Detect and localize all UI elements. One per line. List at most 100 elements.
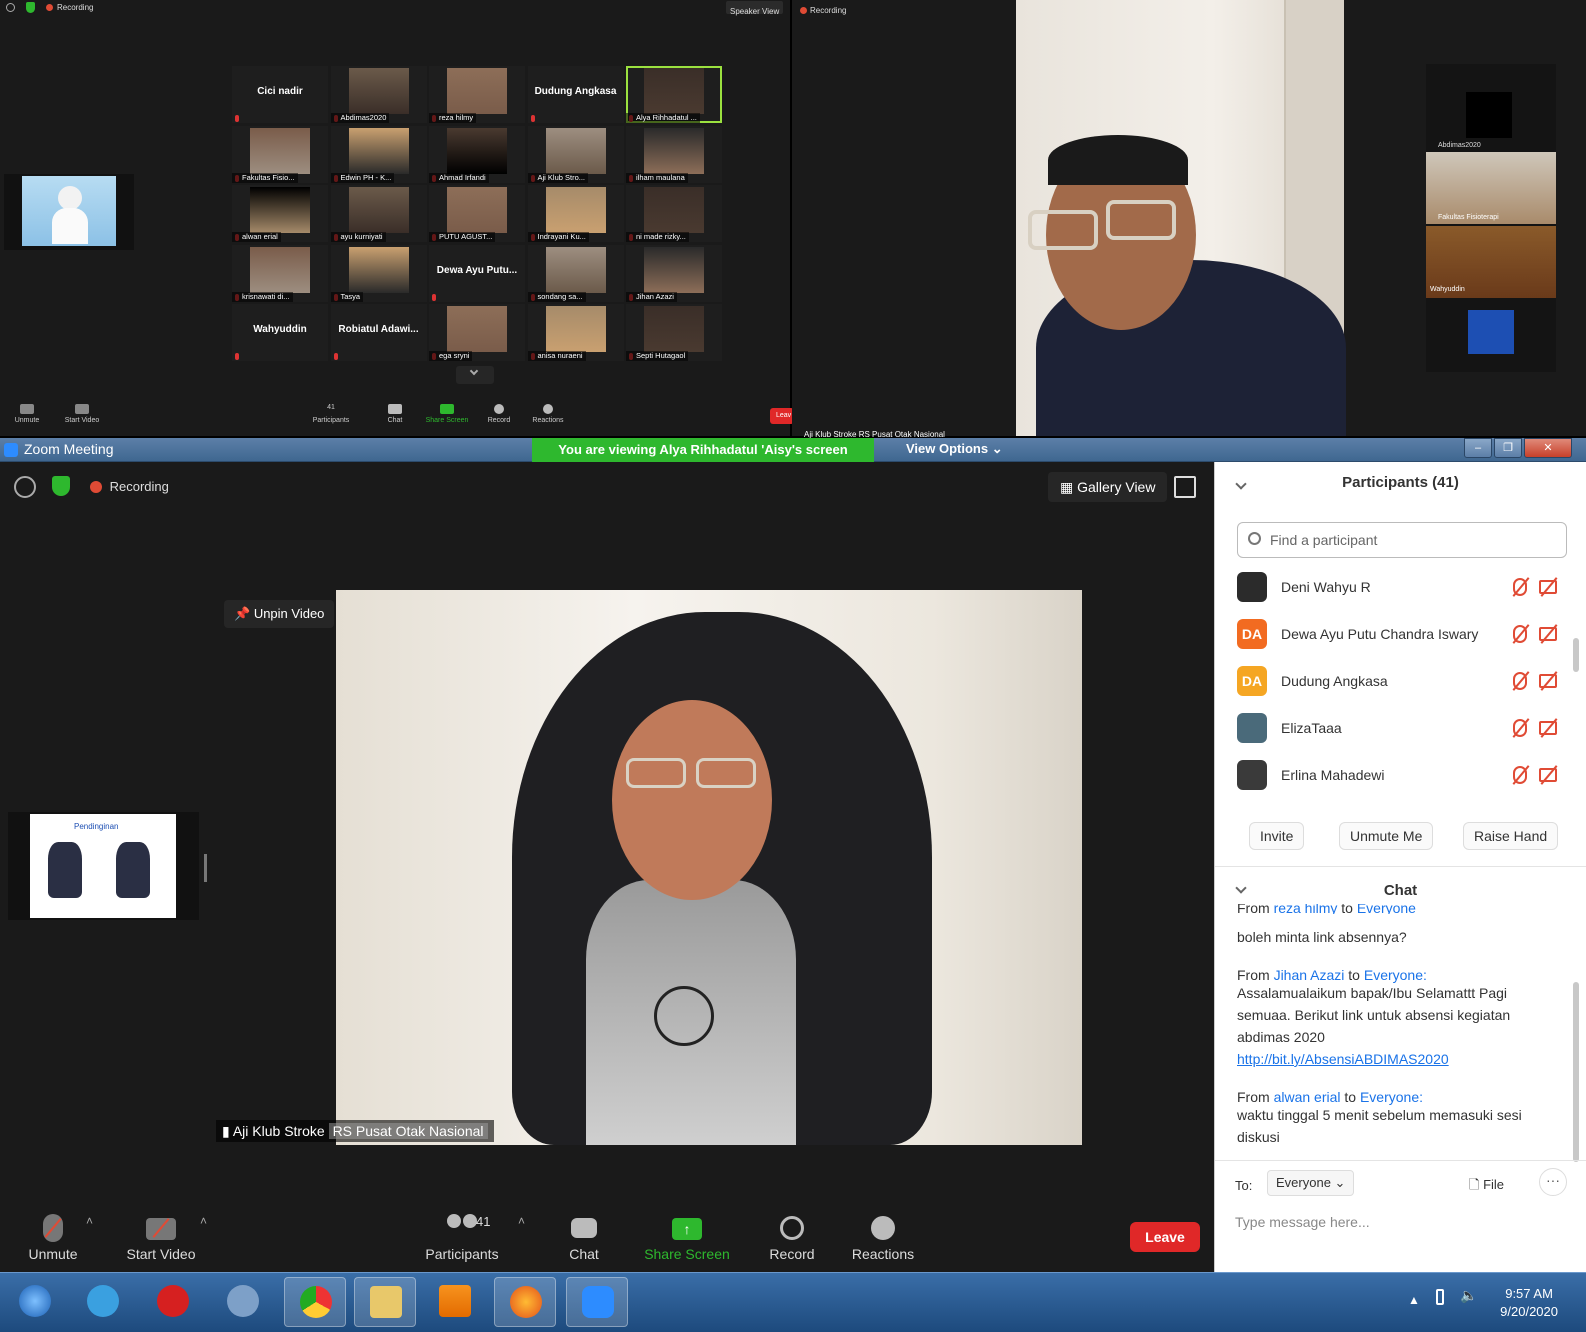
maximize-button[interactable]: ❐ [1494, 438, 1522, 458]
close-button[interactable]: ✕ [1524, 438, 1572, 458]
next-page-button[interactable] [456, 366, 494, 384]
participants-scrollbar[interactable] [1573, 638, 1579, 672]
reactions-button[interactable]: Reactions [850, 1214, 916, 1262]
share-screen-button[interactable]: Share Screen [424, 404, 470, 424]
recipient-name[interactable]: Everyone: [1364, 967, 1427, 983]
zoom-taskbar-button[interactable] [566, 1277, 628, 1327]
system-clock[interactable]: 9:57 AM 9/20/2020 [1500, 1285, 1558, 1321]
gallery-tile[interactable]: Tasya [330, 244, 427, 302]
unmute-me-button[interactable]: Unmute Me [1339, 822, 1434, 850]
gallery-tile[interactable]: sondang sa... [527, 244, 624, 302]
minimize-button[interactable]: ‒ [1464, 438, 1492, 458]
fullscreen-icon[interactable] [1174, 476, 1196, 498]
recipient-name[interactable]: Everyone: [1360, 1089, 1423, 1105]
sender-name[interactable]: reza hilmy [1274, 904, 1338, 914]
chat-button[interactable]: Chat [380, 404, 410, 424]
participant-row[interactable]: DA Dudung Angkasa [1237, 662, 1577, 702]
view-options-menu[interactable]: View Options ⌄ [906, 441, 1003, 457]
gallery-tile[interactable]: Abdimas2020 [330, 66, 427, 123]
firefox-taskbar-button[interactable] [494, 1277, 556, 1327]
vlc-taskbar-button[interactable] [424, 1277, 486, 1327]
gallery-tile[interactable]: PUTU AGUST... [429, 185, 525, 242]
participant-row[interactable]: ElizaTaaa [1237, 709, 1577, 749]
gallery-tile[interactable]: Indrayani Ku... [527, 185, 624, 242]
gallery-tile[interactable]: Edwin PH - K... [330, 125, 427, 183]
participant-row[interactable]: Erlina Mahadewi [1237, 756, 1577, 796]
volume-icon[interactable]: 🔈 [1460, 1287, 1477, 1304]
show-hidden-icons-button[interactable]: ▲ [1408, 1293, 1420, 1307]
filmstrip-tile-4[interactable] [1468, 310, 1514, 354]
record-button[interactable]: Record [766, 1214, 818, 1262]
speaker-view-button[interactable]: Speaker View [726, 1, 784, 16]
app-taskbar-button[interactable] [212, 1277, 274, 1327]
gallery-tile[interactable]: Dudung Angkasa [527, 66, 624, 123]
gallery-tile[interactable]: reza hilmy [429, 66, 525, 123]
gallery-tile[interactable]: anisa nuraeni [527, 304, 624, 361]
file-button[interactable]: 🗋 File [1469, 1176, 1504, 1198]
encryption-shield-icon[interactable] [52, 476, 70, 498]
recording-indicator[interactable]: Recording [90, 478, 169, 500]
record-label: Record [769, 1246, 815, 1262]
more-options-button[interactable]: ··· [1539, 1168, 1567, 1196]
recipient-select[interactable]: Everyone ⌄ [1267, 1170, 1355, 1196]
info-icon[interactable] [6, 3, 15, 12]
chevron-up-icon[interactable]: ˄ [200, 1214, 210, 1228]
leave-button[interactable]: Leav [770, 408, 794, 424]
battery-icon[interactable] [1436, 1289, 1444, 1305]
participant-row[interactable]: Deni Wahyu R [1237, 568, 1577, 608]
resize-handle[interactable] [204, 854, 207, 882]
tile-video [447, 68, 507, 114]
shared-screen-thumbnail[interactable] [4, 174, 134, 250]
gallery-tile[interactable]: Ahmad Irfandi [429, 125, 525, 183]
participants-button[interactable]: 41 Participants [424, 1214, 500, 1262]
start-button[interactable] [4, 1277, 66, 1327]
gallery-tile[interactable]: Wahyuddin [232, 304, 328, 361]
internet-explorer-taskbar-button[interactable] [72, 1277, 134, 1327]
leave-button[interactable]: Leave [1130, 1222, 1200, 1252]
recipient-name[interactable]: Everyone [1357, 904, 1416, 914]
gallery-tile[interactable]: Robiatul Adawi... [330, 304, 427, 361]
chevron-up-icon[interactable]: ˄ [86, 1214, 96, 1228]
chat-button[interactable]: Chat [566, 1214, 602, 1262]
absensi-link[interactable]: http://bit.ly/AbsensiABDIMAS2020 [1237, 1048, 1537, 1070]
filmstrip-tile-1[interactable] [1466, 92, 1512, 138]
shield-icon[interactable] [26, 2, 35, 13]
reactions-button[interactable]: Reactions [530, 404, 566, 424]
gallery-tile[interactable]: krisnawati di... [232, 244, 328, 302]
start-video-button[interactable]: Start Video [62, 404, 102, 424]
unmute-button[interactable]: Unmute [12, 404, 42, 424]
chrome-taskbar-button[interactable] [284, 1277, 346, 1327]
gallery-tile[interactable]: ayu kurniyati [330, 185, 427, 242]
chat-scrollbar[interactable] [1573, 982, 1579, 1162]
gallery-tile[interactable]: Dewa Ayu Putu... [429, 244, 525, 302]
gallery-tile[interactable]: Septi Hutagaol [626, 304, 722, 361]
gallery-tile[interactable]: ega sryni [429, 304, 525, 361]
chat-message-input[interactable]: Type message here... [1235, 1214, 1370, 1230]
gallery-tile[interactable]: Jihan Azazi [626, 244, 722, 302]
record-button[interactable]: Record [484, 404, 514, 424]
share-screen-button[interactable]: ↑ Share Screen [642, 1214, 732, 1262]
app-taskbar-button[interactable] [142, 1277, 204, 1327]
chevron-up-icon[interactable]: ˄ [518, 1214, 528, 1228]
gallery-tile[interactable]: ilham maulana [626, 125, 722, 183]
unmute-button[interactable]: Unmute [26, 1214, 80, 1262]
sender-name[interactable]: Jihan Azazi [1274, 967, 1345, 983]
unpin-video-button[interactable]: 📌 Unpin Video [224, 600, 335, 628]
gallery-view-button[interactable]: ▦ Gallery View [1048, 472, 1168, 502]
gallery-tile[interactable]: Fakultas Fisio... [232, 125, 328, 183]
invite-button[interactable]: Invite [1249, 822, 1305, 850]
participant-row[interactable]: DA Dewa Ayu Putu Chandra Iswary [1237, 615, 1577, 655]
gallery-tile[interactable]: ni made rizky... [626, 185, 722, 242]
gallery-tile[interactable]: Cici nadir [232, 66, 328, 123]
raise-hand-button[interactable]: Raise Hand [1463, 822, 1559, 850]
participant-search-input[interactable]: Find a participant [1237, 522, 1567, 558]
sender-name[interactable]: alwan erial [1274, 1089, 1341, 1105]
participants-button[interactable]: 41 Participants [308, 404, 354, 424]
shared-screen-thumbnail[interactable]: Pendinginan [8, 812, 199, 920]
start-video-button[interactable]: Start Video [126, 1214, 196, 1262]
info-icon[interactable] [14, 476, 36, 498]
file-explorer-taskbar-button[interactable] [354, 1277, 416, 1327]
gallery-tile[interactable]: Alya Rihhadatul ... [626, 66, 722, 123]
gallery-tile[interactable]: Aji Klub Stro... [527, 125, 624, 183]
gallery-tile[interactable]: alwan erial [232, 185, 328, 242]
